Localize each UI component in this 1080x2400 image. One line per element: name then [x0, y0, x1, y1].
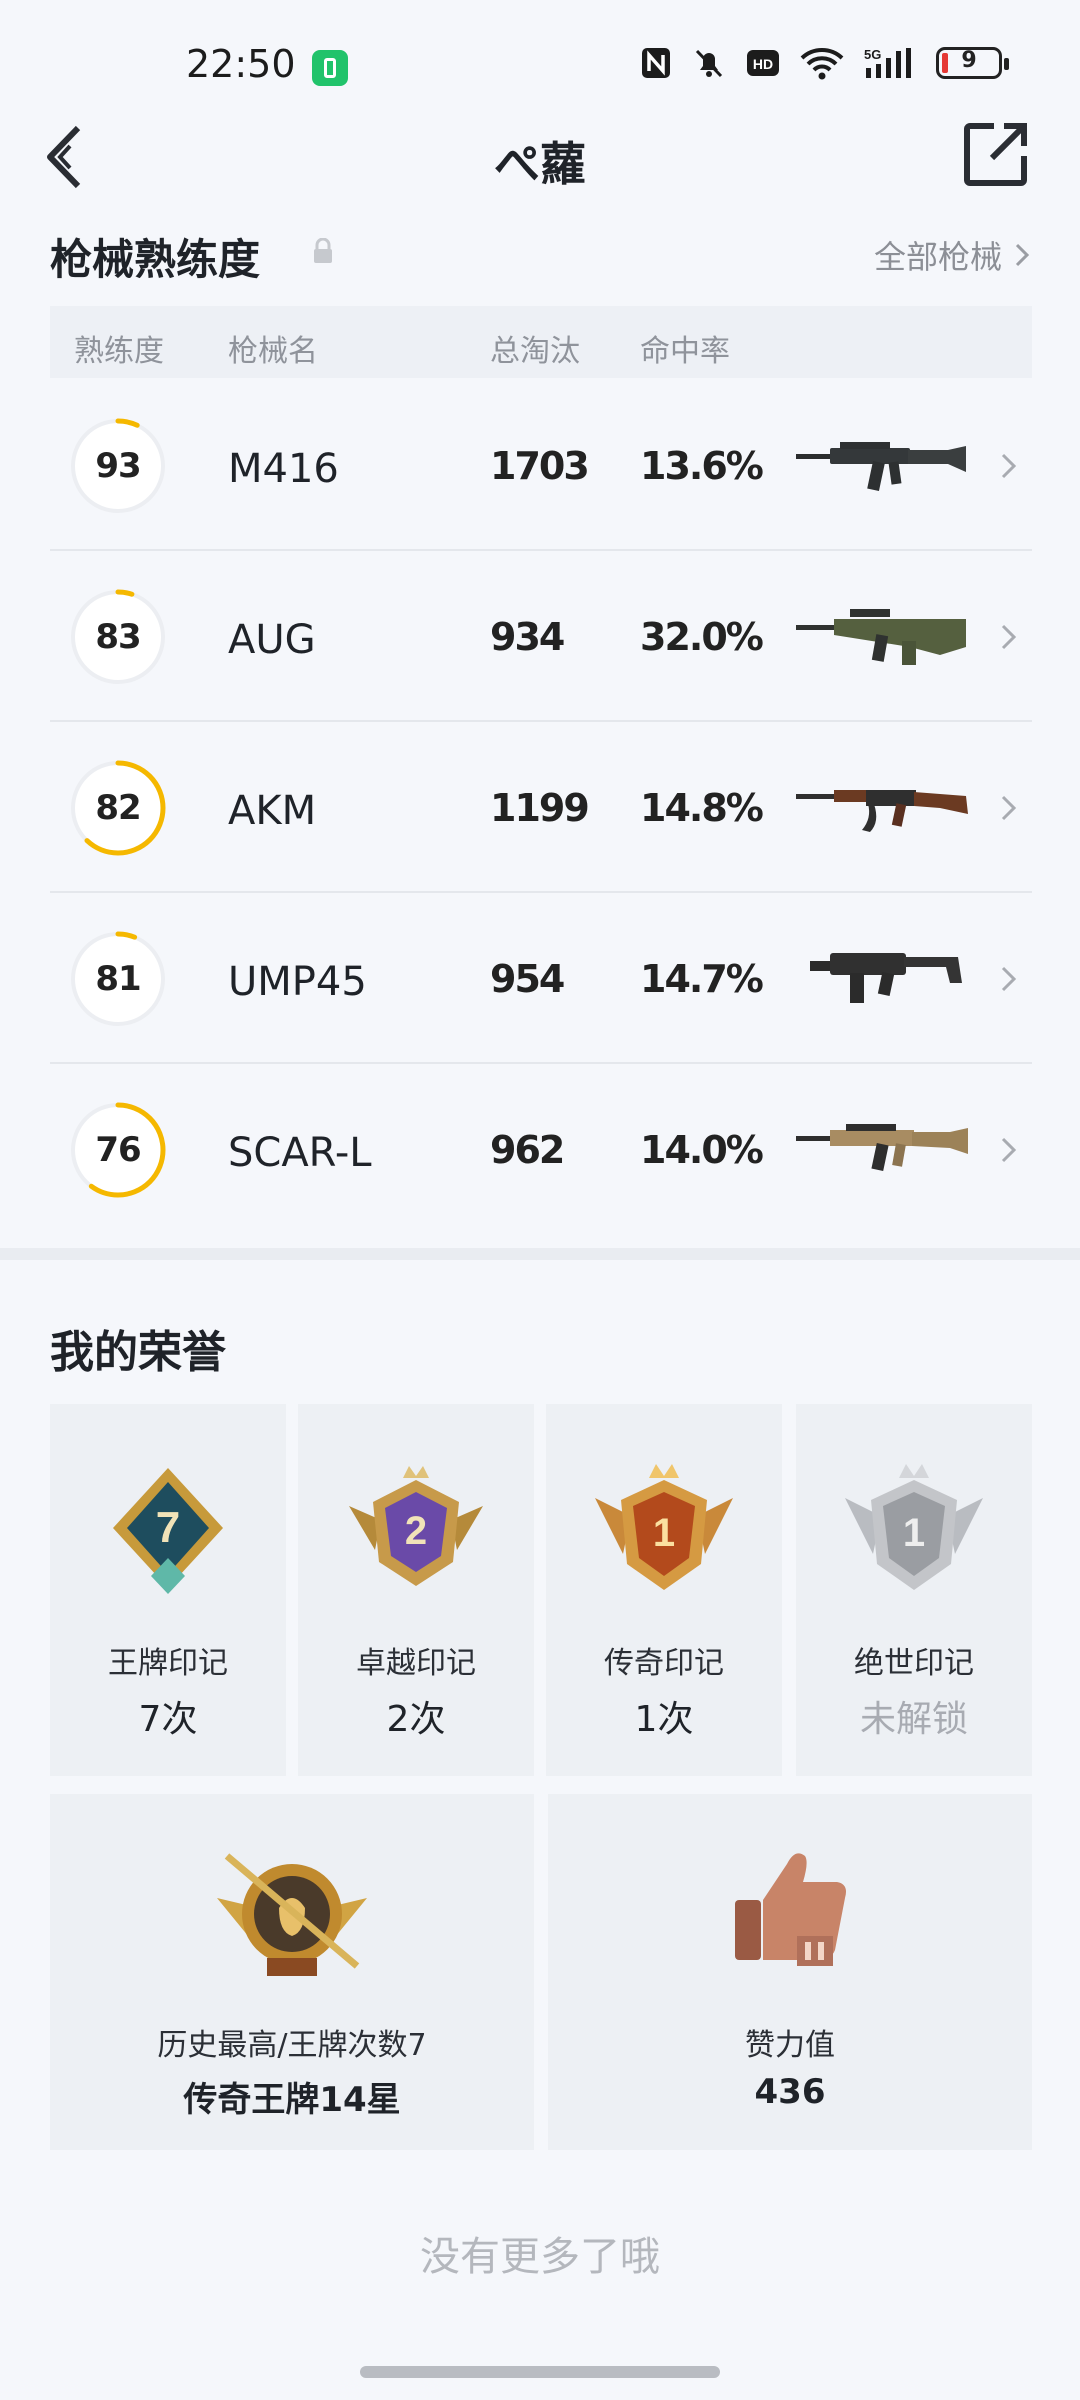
- share-button[interactable]: [964, 122, 1028, 186]
- col-hit-rate: 命中率: [640, 334, 730, 369]
- scar-l-rifle-icon: [796, 1124, 968, 1171]
- weapon-name: SCAR-L: [228, 1130, 372, 1176]
- thumbs-up-icon: [735, 1853, 846, 1966]
- badge-count: 未解锁: [859, 1699, 968, 1740]
- col-total-kills: 总淘汰: [490, 334, 580, 369]
- weapon-section-header: 枪械熟练度 全部枪械: [50, 226, 1030, 286]
- total-kills: 1199: [490, 786, 590, 830]
- section-divider: [0, 1248, 1080, 1260]
- chevron-right-icon: [1001, 624, 1017, 650]
- col-weapon-name: 枪械名: [228, 334, 318, 369]
- likes-card[interactable]: 赞力值 436: [548, 1794, 1032, 2150]
- rank-emblem-icon: [217, 1853, 367, 1976]
- badge-count: 7次: [138, 1699, 198, 1740]
- svg-text:HD: HD: [753, 56, 773, 72]
- weapon-row-scar-l[interactable]: 76 SCAR-L 962 14.0%: [50, 1064, 1032, 1235]
- badge-label: 传奇印记: [604, 1646, 724, 1681]
- col-proficiency: 熟练度: [74, 334, 164, 369]
- svg-text:2: 2: [405, 1509, 427, 1553]
- m416-rifle-icon: [796, 442, 966, 491]
- proficiency-value: 82: [95, 788, 141, 828]
- chevron-right-icon: [1015, 243, 1030, 267]
- total-kills: 954: [490, 957, 565, 1001]
- badge-label: 绝世印记: [854, 1646, 974, 1681]
- badge-count: 2次: [386, 1699, 446, 1740]
- peerless-badge-icon: 1: [845, 1464, 983, 1590]
- weapon-name: M416: [228, 446, 339, 492]
- weapon-row-ump45[interactable]: 81 UMP45 954 14.7%: [50, 893, 1032, 1064]
- weapon-name: UMP45: [228, 959, 367, 1005]
- status-time: 22:50: [186, 42, 296, 86]
- total-kills: 934: [490, 615, 565, 659]
- badge-label: 王牌印记: [108, 1646, 228, 1681]
- weapon-name: AKM: [228, 788, 317, 834]
- battery-saver-app-icon: [312, 50, 348, 86]
- highest-rank-card[interactable]: 历史最高/王牌次数7 传奇王牌14星: [50, 1794, 534, 2150]
- battery-level: 9: [961, 48, 977, 73]
- excellence-badge-icon: 2: [349, 1466, 483, 1586]
- hd-icon: HD: [747, 50, 779, 76]
- likes-value: 436: [754, 2072, 826, 2112]
- proficiency-value: 93: [95, 446, 141, 486]
- weapon-row-akm[interactable]: 82 AKM 1199 14.8%: [50, 722, 1032, 893]
- badge-label: 卓越印记: [356, 1646, 476, 1681]
- chevron-right-icon: [1001, 453, 1017, 479]
- svg-text:1: 1: [653, 1511, 675, 1555]
- signal-5g-icon: 5G: [864, 47, 911, 78]
- page-title: ぺ蘿: [494, 137, 586, 191]
- svg-text:5G: 5G: [864, 47, 881, 62]
- badge-count: 1次: [634, 1699, 694, 1740]
- battery-icon: 9: [936, 47, 1009, 79]
- wifi-icon: [800, 48, 844, 80]
- proficiency-value: 81: [95, 959, 141, 999]
- svg-text:1: 1: [903, 1511, 925, 1555]
- weapon-row-m416[interactable]: 93 M416 1703 13.6%: [50, 380, 1032, 551]
- hit-rate: 32.0%: [640, 615, 764, 659]
- highest-rank-value: 传奇王牌14星: [183, 2080, 401, 2120]
- proficiency-value: 83: [95, 617, 141, 657]
- weapon-name: AUG: [228, 617, 316, 663]
- weapon-list: 93 M416 1703 13.6% 83 AUG 934 32.0% 82 A…: [50, 380, 1032, 1235]
- honor-section-title: 我的荣誉: [50, 1327, 226, 1378]
- ace-badge-icon: 7: [113, 1468, 223, 1594]
- status-icons: HD 5G 9: [640, 46, 1009, 80]
- total-kills: 1703: [490, 444, 590, 488]
- proficiency-value: 76: [95, 1130, 141, 1170]
- aug-rifle-icon: [796, 609, 966, 665]
- weapon-row-aug[interactable]: 83 AUG 934 32.0%: [50, 551, 1032, 722]
- nfc-icon: [642, 48, 670, 78]
- chevron-right-icon: [1001, 966, 1017, 992]
- home-indicator[interactable]: [360, 2366, 720, 2378]
- hit-rate: 14.7%: [640, 957, 764, 1001]
- honor-card-peerless[interactable]: 1 绝世印记 未解锁: [796, 1404, 1032, 1776]
- honor-card-excellence[interactable]: 2 卓越印记 2次: [298, 1404, 534, 1776]
- hit-rate: 13.6%: [640, 444, 764, 488]
- mute-bell-icon: [695, 49, 723, 78]
- legend-badge-icon: 1: [595, 1464, 733, 1590]
- no-more-text: 没有更多了哦: [420, 2234, 660, 2280]
- akm-rifle-icon: [796, 790, 968, 832]
- chevron-right-icon: [1001, 1137, 1017, 1163]
- ump45-smg-icon: [810, 953, 962, 1003]
- weapon-table-header: 熟练度 枪械名 总淘汰 命中率: [50, 306, 1032, 378]
- likes-label: 赞力值: [745, 2028, 835, 2063]
- highest-rank-label: 历史最高/王牌次数7: [157, 2028, 427, 2063]
- hit-rate: 14.8%: [640, 786, 764, 830]
- honor-card-legend[interactable]: 1 传奇印记 1次: [546, 1404, 782, 1776]
- all-weapons-link[interactable]: 全部枪械: [874, 232, 1030, 278]
- all-weapons-label: 全部枪械: [873, 238, 1002, 276]
- status-bar: 22:50 HD 5G 9: [0, 0, 1080, 130]
- total-kills: 962: [490, 1128, 565, 1172]
- lock-icon: [314, 238, 332, 263]
- svg-text:7: 7: [156, 1503, 180, 1552]
- honor-card-ace[interactable]: 7 王牌印记 7次: [50, 1404, 286, 1776]
- hit-rate: 14.0%: [640, 1128, 764, 1172]
- chevron-right-icon: [1001, 795, 1017, 821]
